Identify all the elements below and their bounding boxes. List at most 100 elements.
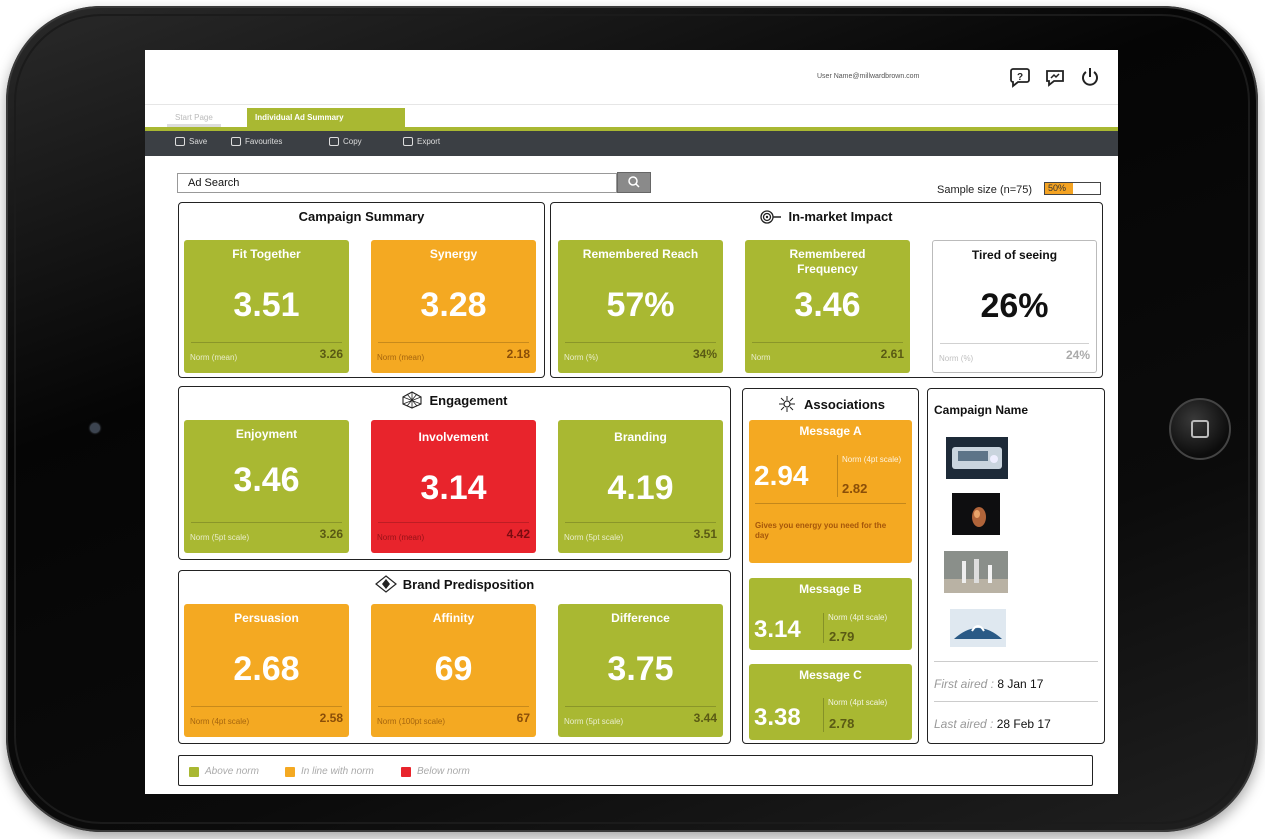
tile-norm-label: Norm (100pt scale) [377, 717, 446, 726]
tile-label: Tired of seeing [971, 248, 1058, 262]
divider [378, 706, 529, 707]
tile-label: Persuasion [234, 611, 299, 625]
tile-branding[interactable]: Branding 4.19 Norm (5pt scale) 3.51 [558, 420, 723, 553]
divider [378, 342, 529, 343]
message-a-tile[interactable]: Message A 2.94 Norm (4pt scale) 2.82 Giv… [749, 420, 912, 563]
divider [191, 342, 342, 343]
message-b-tile[interactable]: Message B 3.14 Norm (4pt scale) 2.79 [749, 578, 912, 650]
legend-swatch [189, 766, 199, 777]
tile-value: 2.68 [233, 650, 300, 688]
first-aired-label: First aired : [934, 677, 995, 691]
campaign-summary-title: Campaign Summary [298, 209, 425, 224]
tile-tired-of-seeing[interactable]: Tired of seeing 26% Norm (%) 24% [932, 240, 1097, 373]
tile-enjoyment[interactable]: Enjoyment 3.46 Norm (5pt scale) 3.26 [184, 420, 349, 553]
message-label: Message B [799, 582, 862, 596]
network-icon [402, 391, 423, 409]
search-input[interactable]: Ad Search [177, 173, 617, 193]
tile-norm-value: 2.58 [319, 711, 343, 725]
tile-norm-label: Norm (%) [564, 353, 599, 362]
ad-thumbnail-2[interactable] [952, 493, 1000, 535]
tile-value: 3.51 [233, 286, 300, 324]
favourites-button[interactable]: Favourites [231, 137, 282, 146]
tile-norm-label: Norm (5pt scale) [564, 533, 624, 542]
last-aired-label: Last aired : [934, 717, 994, 731]
tile-norm-label: Norm [751, 353, 771, 362]
power-icon[interactable] [1079, 66, 1101, 88]
divider [378, 522, 529, 523]
divider [191, 522, 342, 523]
first-aired: First aired : 8 Jan 17 [934, 677, 1043, 691]
copy-button[interactable]: Copy [329, 137, 362, 146]
target-icon [760, 209, 782, 224]
tile-label: Remembered Reach [582, 247, 699, 261]
tile-norm-value: 67 [516, 711, 530, 725]
tile-fit-together[interactable]: Fit Together 3.51 Norm (mean) 3.26 [184, 240, 349, 373]
tile-norm-value: 3.44 [693, 711, 717, 725]
tile-norm-value: 3.51 [693, 527, 717, 541]
diamond-icon [374, 575, 397, 593]
tile-norm-value: 2.18 [506, 347, 530, 361]
tile-remembered-frequency[interactable]: Remembered Frequency 3.46 Norm 2.61 [745, 240, 910, 373]
tile-synergy[interactable]: Synergy 3.28 Norm (mean) 2.18 [371, 240, 536, 373]
copy-icon [329, 137, 339, 146]
tile-norm-value: 4.42 [506, 527, 530, 541]
tile-involvement[interactable]: Involvement 3.14 Norm (mean) 4.42 [371, 420, 536, 553]
message-value: 3.38 [754, 704, 801, 731]
export-button[interactable]: Export [403, 137, 440, 146]
tile-norm-label: Norm (5pt scale) [190, 533, 250, 542]
app-screen: User Name@millwardbrown.com ? Start Page… [145, 50, 1118, 794]
feedback-icon[interactable] [1044, 66, 1066, 88]
campaign-panel: Campaign Name First aired : 8 Jan 17 Las… [927, 388, 1105, 744]
svg-text:?: ? [1017, 72, 1023, 83]
last-aired-date: 28 Feb 17 [996, 717, 1051, 731]
last-aired: Last aired : 28 Feb 17 [934, 717, 1051, 731]
legend-swatch [401, 766, 411, 777]
legend-above: Above norm [189, 766, 259, 777]
tile-remembered-reach[interactable]: Remembered Reach 57% Norm (%) 34% [558, 240, 723, 373]
ad-thumbnail-3[interactable] [944, 551, 1008, 593]
tile-norm-label: Norm (5pt scale) [564, 717, 624, 726]
tile-norm-label: Norm (mean) [190, 353, 238, 362]
tab-start-page[interactable]: Start Page [167, 108, 221, 127]
message-label: Message C [799, 668, 862, 682]
tile-persuasion[interactable]: Persuasion 2.68 Norm (4pt scale) 2.58 [184, 604, 349, 737]
tile-value: 3.75 [607, 650, 674, 688]
ad-thumbnail-1[interactable] [946, 437, 1008, 479]
legend-swatch [285, 766, 295, 777]
tile-difference[interactable]: Difference 3.75 Norm (5pt scale) 3.44 [558, 604, 723, 737]
help-chat-icon[interactable]: ? [1009, 66, 1031, 88]
divider [191, 706, 342, 707]
divider [565, 342, 716, 343]
brand-predisposition-title: Brand Predisposition [179, 575, 730, 593]
tab-individual-ad-summary[interactable]: Individual Ad Summary [247, 108, 405, 127]
search-button[interactable] [617, 172, 651, 193]
tile-value: 3.46 [233, 461, 300, 499]
message-description: Gives you energy you need for the day [755, 521, 887, 540]
message-c-tile[interactable]: Message C 3.38 Norm (4pt scale) 2.78 [749, 664, 912, 740]
tile-norm-label: Norm (mean) [377, 533, 425, 542]
sample-size-label: Sample size (n=75) [937, 184, 1033, 196]
home-square-icon [1191, 420, 1209, 438]
divider [565, 522, 716, 523]
heart-icon [231, 137, 241, 146]
tile-label: Fit Together [232, 247, 301, 261]
divider [934, 701, 1098, 702]
legend-inline: In line with norm [285, 766, 374, 777]
campaign-name: Campaign Name [934, 403, 1029, 417]
engagement-title: Engagement [179, 391, 730, 409]
save-button[interactable]: Save [175, 137, 207, 146]
tile-label: Enjoyment [235, 427, 298, 441]
ad-thumbnail-4[interactable] [950, 609, 1006, 647]
tile-value: 57% [606, 286, 675, 324]
message-norm-value: 2.78 [829, 716, 855, 731]
tile-label: Involvement [418, 430, 489, 444]
tile-affinity[interactable]: Affinity 69 Norm (100pt scale) 67 [371, 604, 536, 737]
home-button[interactable] [1169, 398, 1231, 460]
tile-value: 3.14 [420, 469, 487, 507]
associations-icon [779, 396, 796, 412]
tile-norm-label: Norm (mean) [377, 353, 425, 362]
tile-norm-value: 34% [692, 347, 717, 361]
sample-size-percent: 50% [1048, 183, 1067, 193]
top-bar: User Name@millwardbrown.com ? [145, 50, 1118, 105]
associations-title: Associations [743, 395, 918, 413]
